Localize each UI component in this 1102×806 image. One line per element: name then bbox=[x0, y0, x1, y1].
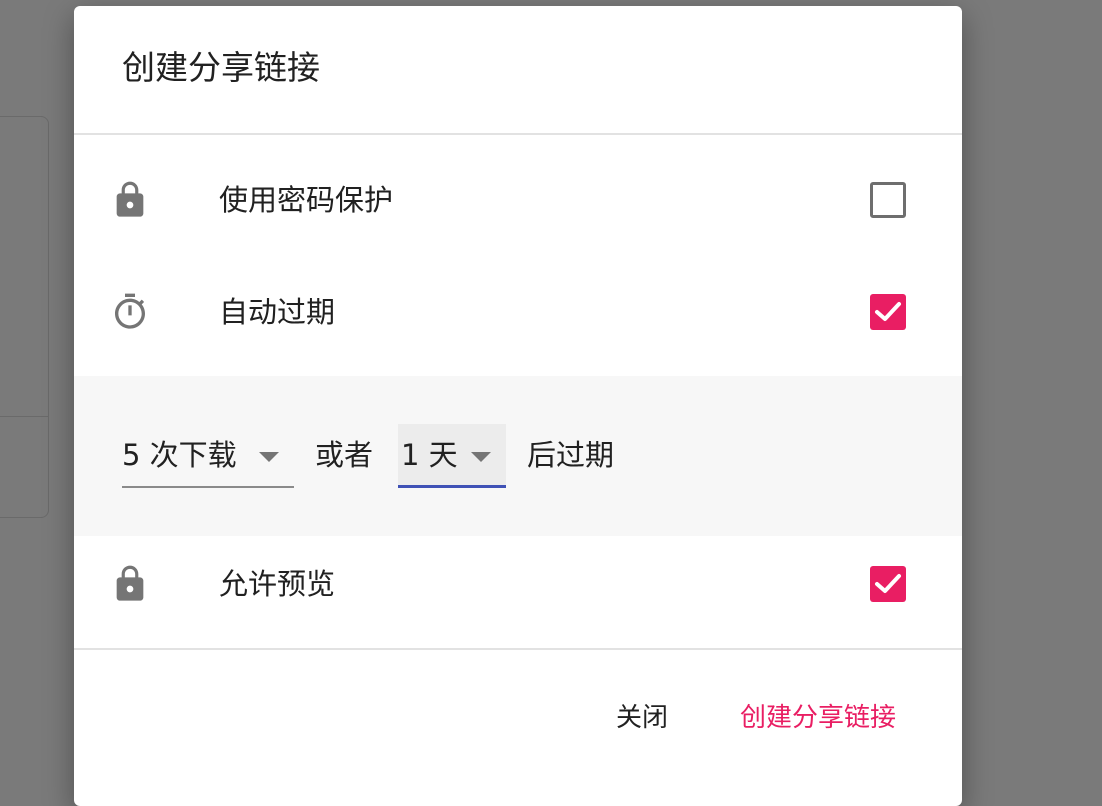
option-label: 使用密码保护 bbox=[219, 183, 394, 217]
close-button[interactable]: 关闭 bbox=[616, 696, 668, 740]
dropdown-arrow-icon bbox=[259, 452, 279, 462]
background-card bbox=[0, 116, 49, 518]
password-protect-checkbox[interactable] bbox=[870, 182, 906, 218]
dropdown-arrow-icon bbox=[471, 452, 491, 462]
background-card-divider bbox=[0, 416, 48, 417]
dialog-title: 创建分享链接 bbox=[122, 48, 320, 87]
allow-preview-checkbox[interactable] bbox=[870, 566, 906, 602]
days-select-value: 1 天 bbox=[401, 438, 458, 472]
option-password-protect[interactable]: 使用密码保护 bbox=[74, 170, 962, 230]
or-text: 或者 bbox=[315, 438, 374, 472]
title-divider bbox=[74, 133, 962, 135]
share-link-dialog: 创建分享链接 使用密码保护 自动过期 5 次下载 或者 1 天 后过期 允许预览… bbox=[74, 6, 962, 806]
auto-expire-checkbox[interactable] bbox=[870, 294, 906, 330]
lock-icon bbox=[110, 564, 150, 604]
downloads-select-value: 5 次下载 bbox=[122, 438, 237, 472]
create-share-link-button[interactable]: 创建分享链接 bbox=[740, 696, 896, 740]
option-label: 允许预览 bbox=[219, 567, 336, 601]
expiry-settings-panel: 5 次下载 或者 1 天 后过期 bbox=[74, 376, 962, 536]
option-label: 自动过期 bbox=[219, 295, 336, 329]
actions-divider bbox=[74, 648, 962, 650]
expire-after-text: 后过期 bbox=[527, 438, 615, 472]
lock-icon bbox=[110, 180, 150, 220]
option-auto-expire[interactable]: 自动过期 bbox=[74, 282, 962, 342]
downloads-select[interactable]: 5 次下载 bbox=[122, 424, 294, 488]
days-select[interactable]: 1 天 bbox=[398, 424, 506, 488]
timer-icon bbox=[110, 292, 150, 332]
option-allow-preview[interactable]: 允许预览 bbox=[74, 554, 962, 614]
